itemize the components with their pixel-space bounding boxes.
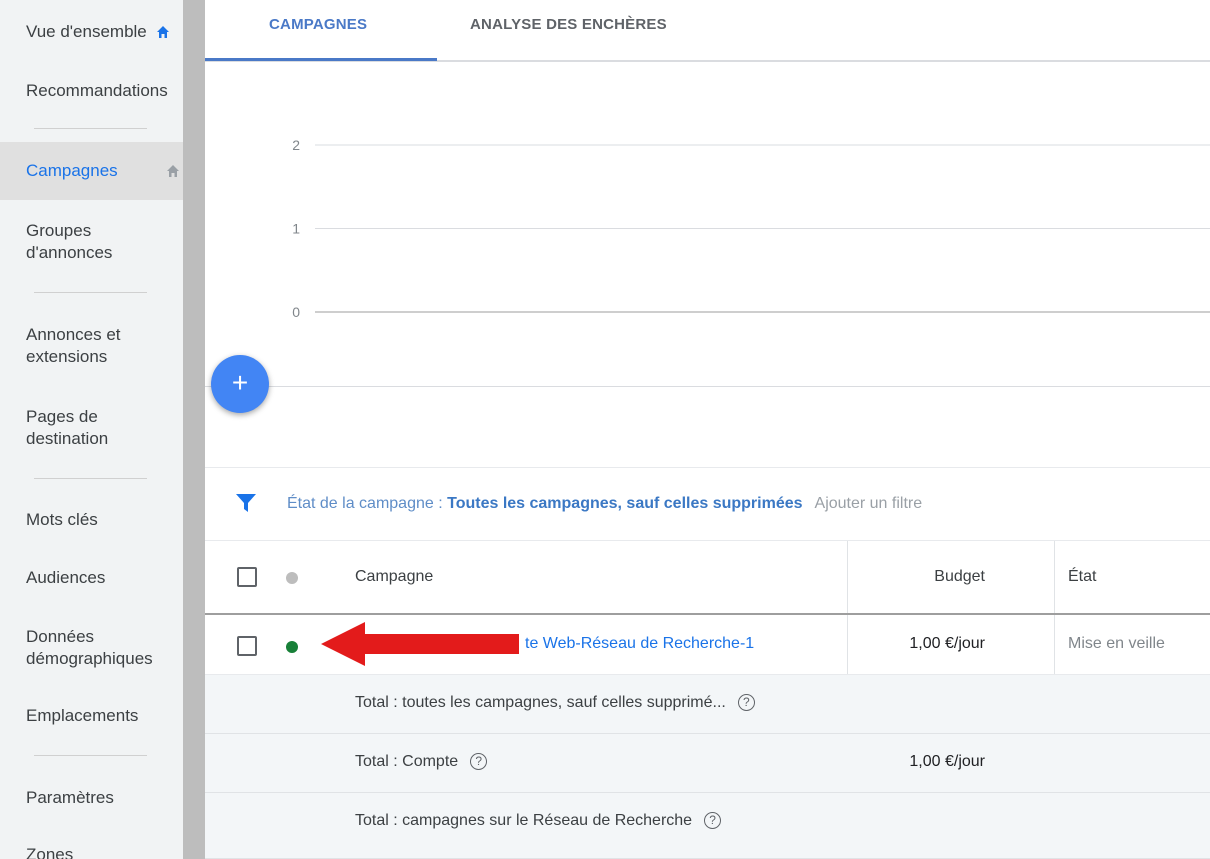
filter-label: État de la campagne : [287,495,448,512]
sidebar-item-settings[interactable]: Paramètres [26,787,183,809]
sidebar-item-demographics[interactable]: Données démographiques [26,626,183,670]
sidebar-item-label: Vue d'ensemble [26,22,147,41]
total-row: Total : campagnes sur le Réseau de Reche… [205,793,1210,859]
plus-icon: + [231,367,249,398]
sidebar-item-label: Paramètres [26,788,114,807]
table-header-row: Campagne Budget État [205,540,1210,615]
tab-auction-insights[interactable]: ANALYSE DES ENCHÈRES [470,16,667,33]
select-all-checkbox[interactable] [237,567,257,587]
filter-icon[interactable] [235,492,257,514]
sidebar-item-label: Annonces et [26,325,121,344]
help-icon[interactable]: ? [704,812,722,829]
column-header-status[interactable]: État [1068,568,1096,586]
sidebar-item-label: destination [26,429,109,448]
performance-chart: 2 1 0 [205,62,1210,387]
total-label: Total : campagnes sur le Réseau de Reche… [355,812,722,830]
sidebar-item-label: Mots clés [26,510,98,529]
filter-bar: État de la campagne : Toutes les campagn… [205,467,1210,540]
sidebar-item-keywords[interactable]: Mots clés [26,509,183,531]
help-icon[interactable]: ? [737,694,755,711]
sidebar-item-ad-groups[interactable]: Groupes d'annonces [26,220,183,264]
sidebar-item-ads-extensions[interactable]: Annonces et extensions [26,324,183,368]
sidebar: Vue d'ensemble Recommandations Campagnes… [0,0,183,859]
total-label-text: Total : toutes les campagnes, sauf celle… [355,694,726,711]
sidebar-item-label: Zones [26,845,74,859]
home-icon [156,26,169,38]
sidebar-item-recommendations[interactable]: Recommandations [26,80,183,102]
status-dot-icon [286,641,298,653]
sidebar-item-audiences[interactable]: Audiences [26,567,183,589]
filter-value: Toutes les campagnes, sauf celles suppri… [447,495,803,512]
sidebar-item-placements[interactable]: Emplacements [26,705,183,727]
sidebar-item-label: Emplacements [26,706,139,725]
sidebar-item-overview[interactable]: Vue d'ensemble [26,21,183,43]
home-icon [167,165,179,177]
sidebar-item-label: Campagnes [26,161,118,180]
sidebar-item-label: Audiences [26,568,106,587]
campaign-budget[interactable]: 1,00 €/jour [847,635,985,653]
tab-bar: CAMPAGNES ANALYSE DES ENCHÈRES [205,0,1210,62]
chart-y-tick-label: 2 [292,137,300,153]
total-budget: 1,00 €/jour [909,753,985,770]
total-row: Total : Compte? 1,00 €/jour [205,734,1210,793]
sidebar-item-campaigns[interactable]: Campagnes [26,160,183,182]
sidebar-divider [34,478,147,479]
sidebar-scrollbar[interactable] [183,0,205,859]
tab-campaigns[interactable]: CAMPAGNES [269,16,367,33]
sidebar-item-label: d'annonces [26,243,113,262]
sidebar-item-label: Groupes [26,221,92,240]
sidebar-item-label: Données [26,627,95,646]
sidebar-divider [34,755,147,756]
campaign-name-link[interactable]: te Web-Réseau de Recherche-1 [525,635,754,653]
filter-chip[interactable]: État de la campagne : Toutes les campagn… [287,495,922,513]
add-filter-link[interactable]: Ajouter un filtre [815,495,923,512]
chart-y-tick-label: 0 [292,304,300,320]
active-tab-indicator [205,58,437,61]
total-label-text: Total : Compte [355,753,459,770]
sidebar-divider [34,128,147,129]
sidebar-item-label: extensions [26,347,108,366]
campaign-status[interactable]: Mise en veille [1068,635,1165,653]
add-campaign-button[interactable]: + [211,355,269,413]
chart-y-tick-label: 1 [292,221,300,237]
total-label-text: Total : campagnes sur le Réseau de Reche… [355,812,693,829]
sidebar-item-landing-pages[interactable]: Pages de destination [26,406,183,450]
row-checkbox[interactable] [237,636,257,656]
column-header-budget[interactable]: Budget [847,568,985,586]
sidebar-item-label: Recommandations [26,81,168,100]
status-column-dot-icon [286,572,298,584]
sidebar-item-label: démographiques [26,649,153,668]
chart-canvas: 2 1 0 [292,137,1210,320]
sidebar-item-label: Pages de [26,407,98,426]
help-icon[interactable]: ? [470,753,488,770]
total-row: Total : toutes les campagnes, sauf celle… [205,675,1210,734]
sidebar-item-locations[interactable]: Zones [26,844,183,859]
total-label: Total : Compte? [355,753,488,771]
sidebar-divider [34,292,147,293]
total-label: Total : toutes les campagnes, sauf celle… [355,694,755,712]
campaigns-table: Campagne Budget État te Web-Réseau de Re… [205,540,1210,859]
annotation-arrow-icon [321,622,519,666]
column-header-campaign[interactable]: Campagne [355,568,433,586]
chart-divider [205,386,1210,387]
